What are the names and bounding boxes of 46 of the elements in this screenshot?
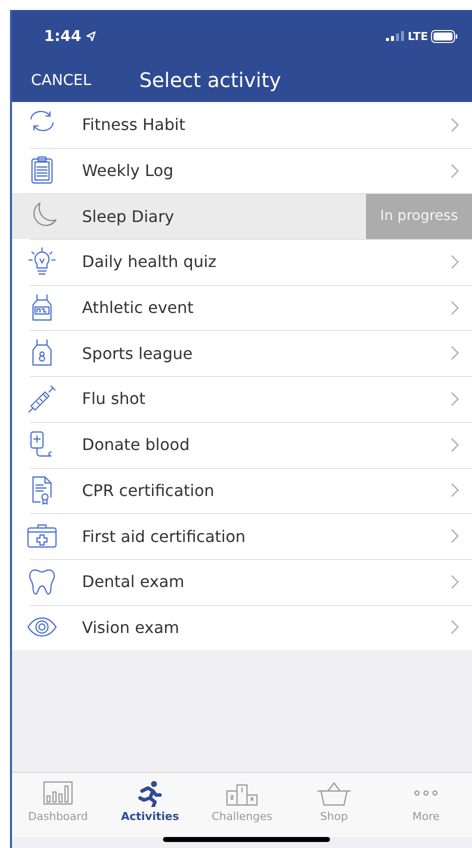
activity-label: Weekly Log	[82, 161, 174, 180]
chevron-right-icon	[450, 390, 460, 407]
activity-label: Flu shot	[82, 389, 146, 408]
syringe-icon	[26, 382, 58, 415]
activity-label: Dental exam	[82, 572, 186, 592]
activity-row[interactable]: Flu shot	[12, 376, 472, 422]
activity-row[interactable]: First aid certification	[12, 513, 472, 559]
activity-row[interactable]: Daily health quiz	[12, 239, 472, 285]
location-arrow-icon	[86, 31, 96, 41]
activity-label: Vision exam	[82, 618, 180, 637]
screen-title: Select activity	[139, 68, 282, 92]
activity-row[interactable]: Fitness Habit	[12, 102, 472, 148]
chevron-right-icon	[450, 116, 460, 133]
chevron-right-icon	[450, 574, 460, 590]
signal-icon	[386, 31, 404, 41]
chevron-right-icon	[450, 528, 460, 544]
cancel-button[interactable]: CANCEL	[12, 69, 92, 91]
network-label: LTE	[408, 30, 428, 42]
activity-row[interactable]: CPR certification	[12, 468, 472, 514]
chevron-right-icon	[450, 162, 460, 179]
activity-label: First aid certification	[82, 526, 247, 546]
activity-label: Sports league	[82, 344, 194, 363]
chevron-right-icon	[450, 300, 460, 316]
chevron-right-icon	[450, 619, 460, 636]
clock-time: 1:44	[44, 27, 82, 45]
chevron-right-icon	[450, 436, 460, 453]
battery-icon	[431, 30, 458, 42]
activity-row[interactable]: Dental exam	[12, 558, 472, 605]
activity-label: Donate blood	[82, 435, 191, 454]
activity-label: Daily health quiz	[82, 252, 218, 272]
chevron-right-icon	[450, 482, 460, 498]
activity-label: CPR certification	[82, 480, 216, 500]
tab-item[interactable]: Activities	[104, 779, 196, 837]
activity-row[interactable]: Vision exam	[12, 604, 472, 650]
chevron-right-icon	[450, 345, 460, 362]
status-badge: In progress	[366, 193, 472, 240]
activity-row[interactable]: Donate blood	[12, 422, 472, 468]
activity-row[interactable]: Weekly Log	[12, 148, 472, 194]
activity-row[interactable]: Athletic event	[12, 284, 472, 330]
activity-label: Athletic event	[82, 298, 195, 318]
activity-label: Fitness Habit	[82, 115, 186, 134]
activity-row[interactable]: Sports league	[12, 330, 472, 376]
activity-label: Sleep Diary	[82, 206, 176, 226]
more-dots-icon	[414, 790, 438, 796]
activity-row[interactable]: Sleep Diary In progress	[12, 193, 472, 240]
chevron-right-icon	[450, 254, 460, 270]
